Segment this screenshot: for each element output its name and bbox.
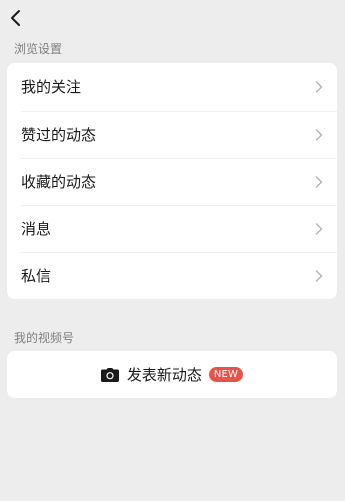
back-arrow-icon[interactable] <box>8 8 24 28</box>
list-item-saved-posts[interactable]: 收藏的动态 <box>7 158 337 205</box>
chevron-right-icon <box>315 175 323 188</box>
list-item-messages[interactable]: 消息 <box>7 205 337 252</box>
chevron-right-icon <box>315 222 323 235</box>
list-item-label: 私信 <box>21 266 52 285</box>
publish-new-post-button[interactable]: 发表新动态 NEW <box>7 351 337 398</box>
top-bar <box>0 0 345 36</box>
chevron-right-icon <box>315 81 323 93</box>
browse-settings-card: 我的关注 赞过的动态 收藏的动态 消息 私信 <box>7 63 337 299</box>
my-channel-title: 我的视频号 <box>14 331 75 345</box>
browse-settings-title: 浏览设置 <box>14 42 63 56</box>
list-item-label: 我的关注 <box>21 78 82 96</box>
list-item-label: 消息 <box>21 219 52 238</box>
chevron-right-icon <box>315 269 323 282</box>
camera-icon <box>100 367 119 382</box>
publish-label: 发表新动态 <box>126 365 202 384</box>
new-badge: NEW <box>208 367 244 382</box>
chevron-right-icon <box>315 128 323 141</box>
list-item-liked-posts[interactable]: 赞过的动态 <box>7 111 337 158</box>
list-item-private-messages[interactable]: 私信 <box>7 252 337 299</box>
list-item-label: 收藏的动态 <box>21 172 97 191</box>
my-channel-card: 发表新动态 NEW <box>7 351 337 398</box>
list-item-label: 赞过的动态 <box>21 125 97 144</box>
list-item-following[interactable]: 我的关注 <box>7 63 337 111</box>
